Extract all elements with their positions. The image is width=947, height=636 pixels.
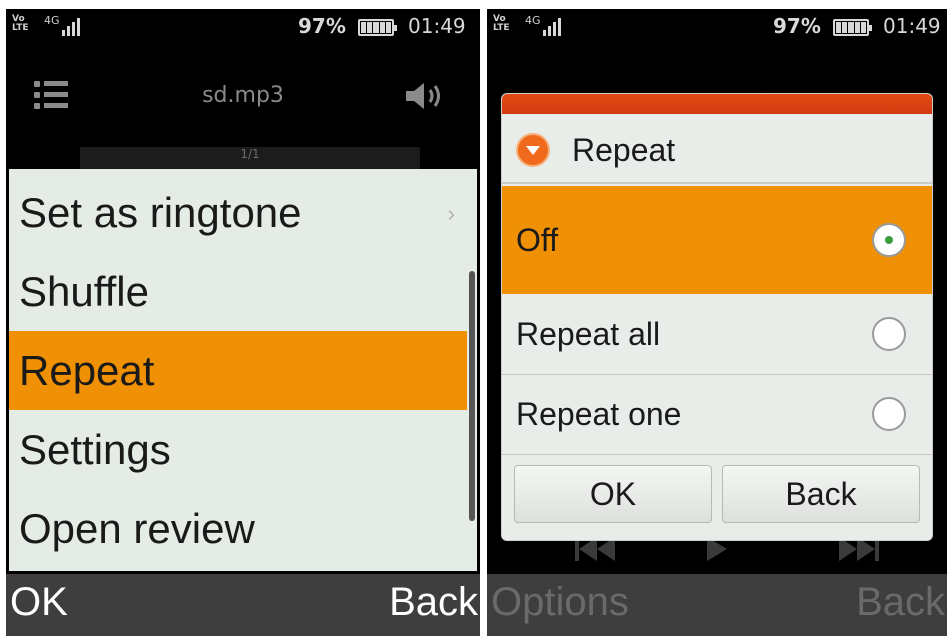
battery-percent: 97% — [298, 14, 346, 38]
clock: 01:49 — [408, 14, 466, 38]
signal-icon: 4G — [44, 14, 80, 36]
menu-item-open-review[interactable]: Open review — [9, 489, 467, 568]
network-type: 4G — [44, 14, 60, 27]
dialog-header: Repeat — [502, 114, 932, 184]
speaker-icon[interactable] — [404, 79, 448, 113]
menu-item-label: Repeat — [19, 346, 155, 394]
track-counter: 1/1 — [80, 147, 420, 171]
radio-button-checked[interactable] — [872, 223, 906, 257]
radio-button[interactable] — [872, 397, 906, 431]
menu-item-label: Open review — [19, 504, 255, 552]
repeat-dialog: Repeat Off Repeat all Repeat one OK Back — [501, 93, 933, 541]
menu-item-shuffle[interactable]: Shuffle — [9, 252, 467, 331]
dialog-title: Repeat — [572, 132, 676, 168]
softkey-right[interactable]: Back — [389, 580, 478, 625]
radio-button[interactable] — [872, 317, 906, 351]
menu-item-label: Settings — [19, 425, 171, 473]
softkey-right[interactable]: Back — [856, 580, 945, 625]
scrollbar[interactable] — [469, 271, 475, 521]
phone-screen-repeat-dialog: Vo LTE 4G 97% 01:49 Repeat Off Repeat al… — [487, 9, 947, 636]
option-label: Off — [516, 221, 559, 258]
dialog-accent-strip — [502, 94, 932, 114]
softkey-left[interactable]: Options — [491, 580, 629, 625]
menu-item-repeat[interactable]: Repeat — [9, 331, 467, 410]
battery-percent: 97% — [773, 14, 821, 38]
player-header: sd.mp3 — [6, 67, 480, 127]
chevron-down-circle-icon — [516, 133, 550, 167]
screenshot-pair: Vo LTE 4G 97% 01:49 sd.mp3 1/1 Set as ri… — [0, 0, 947, 636]
softkey-bar: OK Back — [6, 574, 480, 636]
options-menu: Set as ringtone › Shuffle Repeat Setting… — [9, 169, 477, 571]
menu-item-label: Set as ringtone — [19, 188, 302, 236]
repeat-option-off[interactable]: Off — [502, 186, 932, 294]
ok-button[interactable]: OK — [514, 465, 712, 523]
softkey-bar: Options Back — [487, 574, 947, 636]
network-type: 4G — [525, 14, 541, 27]
dialog-buttons: OK Back — [502, 454, 932, 540]
option-label: Repeat one — [516, 396, 682, 432]
menu-item-settings[interactable]: Settings — [9, 410, 467, 489]
status-bar: Vo LTE 4G 97% 01:49 — [6, 9, 480, 47]
repeat-option-all[interactable]: Repeat all — [502, 294, 932, 374]
clock: 01:49 — [883, 14, 941, 38]
status-bar: Vo LTE 4G 97% 01:49 — [487, 9, 947, 47]
menu-item-label: Shuffle — [19, 267, 149, 315]
battery-icon — [358, 19, 397, 36]
softkey-left[interactable]: OK — [10, 580, 68, 625]
volte-indicator: Vo LTE — [12, 14, 29, 33]
battery-icon — [833, 19, 872, 36]
repeat-option-one[interactable]: Repeat one — [502, 374, 932, 454]
back-button[interactable]: Back — [722, 465, 920, 523]
phone-screen-options-menu: Vo LTE 4G 97% 01:49 sd.mp3 1/1 Set as ri… — [6, 9, 480, 636]
chevron-right-icon: › — [447, 201, 455, 226]
menu-item-set-as-ringtone[interactable]: Set as ringtone › — [9, 173, 467, 252]
volte-indicator: Vo LTE — [493, 14, 510, 33]
signal-icon: 4G — [525, 14, 561, 36]
option-label: Repeat all — [516, 315, 661, 352]
